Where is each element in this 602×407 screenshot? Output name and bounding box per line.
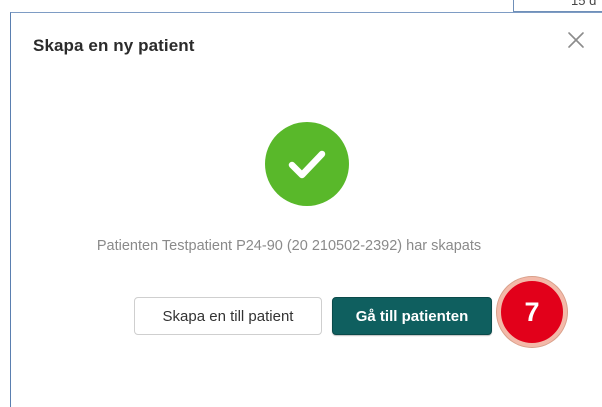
close-button[interactable] bbox=[564, 28, 588, 52]
checkmark-icon bbox=[288, 150, 326, 179]
dialog-title: Skapa en ny patient bbox=[33, 36, 195, 55]
success-message: Patienten Testpatient P24-90 (20 210502-… bbox=[96, 238, 482, 254]
step-number-badge: 7 bbox=[497, 277, 567, 347]
close-icon bbox=[568, 32, 584, 48]
go-to-patient-button[interactable]: Gå till patienten bbox=[332, 297, 492, 335]
checkmark-circle-icon bbox=[265, 122, 349, 206]
background-page-peek: 15 d bbox=[513, 0, 602, 12]
create-patient-dialog: Skapa en ny patient Patienten Testpatien… bbox=[10, 12, 602, 407]
create-another-patient-button[interactable]: Skapa en till patient bbox=[134, 297, 322, 335]
background-peek-text: 15 d bbox=[571, 0, 597, 8]
screenshot-frame: 15 d Skapa en ny patient Patienten Testp… bbox=[0, 0, 602, 407]
